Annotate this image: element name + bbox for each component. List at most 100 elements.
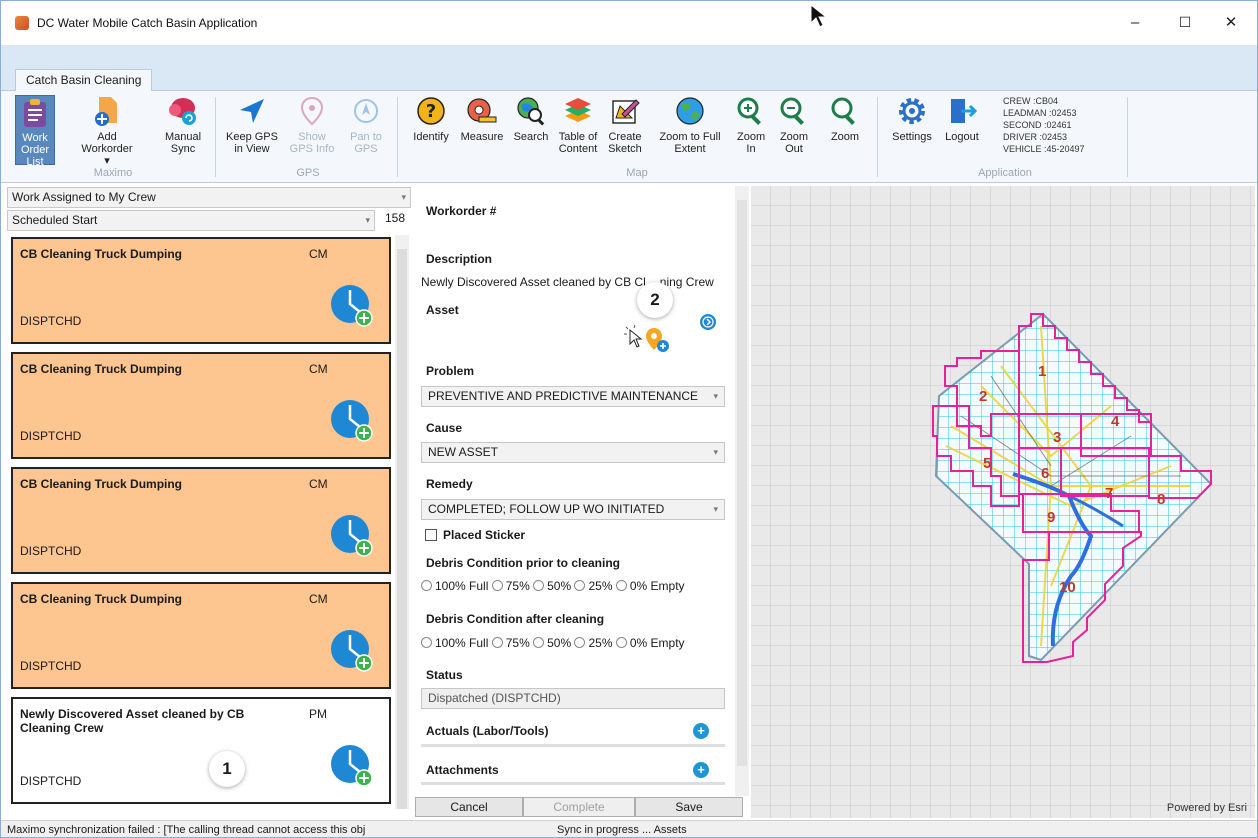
chevron-down-icon: ▾ xyxy=(713,391,718,401)
add-workorder-label: Add Workorder ▾ xyxy=(81,131,133,167)
gear-icon xyxy=(896,95,928,127)
zoom-out-button[interactable]: Zoom Out xyxy=(777,95,811,155)
close-button[interactable]: ✕ xyxy=(1219,11,1243,33)
workorder-card[interactable]: CB Cleaning Truck Dumping CM DISPTCHD xyxy=(11,351,392,460)
radio-circle[interactable] xyxy=(533,580,545,591)
radio-circle[interactable] xyxy=(615,580,627,591)
add-actuals-button[interactable]: + xyxy=(693,723,709,739)
leadman-id: LEADMAN :02453 xyxy=(1003,108,1077,118)
cancel-button[interactable]: Cancel xyxy=(415,797,523,817)
pan-to-gps-label: Pan to GPS xyxy=(350,131,382,155)
save-button[interactable]: Save xyxy=(635,797,743,817)
radio-25[interactable]: 25% xyxy=(574,636,613,650)
radio-circle[interactable] xyxy=(491,580,503,591)
table-of-content-label: Table of Content xyxy=(558,131,598,155)
search-button[interactable]: Search xyxy=(509,95,553,143)
workorder-status: DISPTCHD xyxy=(20,544,82,558)
workorder-card[interactable]: CB Cleaning Truck Dumping CM DISPTCHD xyxy=(11,581,392,690)
add-asset-pin-icon[interactable] xyxy=(624,324,674,354)
manual-sync-button[interactable]: Manual Sync xyxy=(161,95,205,155)
app-icon xyxy=(15,16,29,30)
minimize-button[interactable]: – xyxy=(1123,11,1147,33)
show-gps-info-button[interactable]: Show GPS Info xyxy=(289,95,335,155)
globe-search-icon xyxy=(515,95,547,127)
problem-dropdown[interactable]: PREVENTIVE AND PREDICTIVE MAINTENANCE ▾ xyxy=(421,386,725,407)
settings-button[interactable]: Settings xyxy=(887,95,937,143)
scrollbar-thumb[interactable] xyxy=(737,200,747,766)
radio-circle[interactable] xyxy=(574,637,586,648)
cause-dropdown[interactable]: NEW ASSET ▾ xyxy=(421,442,725,463)
map-view[interactable]: 1 2 3 4 5 6 7 8 9 10 Powered by Esri xyxy=(751,186,1255,818)
radio-circle[interactable] xyxy=(491,637,503,648)
status-dropdown[interactable]: Dispatched (DISPTCHD) xyxy=(421,688,725,709)
workorder-title: CB Cleaning Truck Dumping xyxy=(20,362,183,376)
divider xyxy=(421,744,725,747)
work-order-list-button[interactable]: Work Order List xyxy=(15,95,55,168)
zone-label: 4 xyxy=(1111,413,1120,430)
workorder-card[interactable]: CB Cleaning Truck Dumping CM DISPTCHD xyxy=(11,466,392,575)
workorder-list-scrollbar[interactable] xyxy=(395,235,409,809)
remedy-dropdown[interactable]: COMPLETED; FOLLOW UP WO INITIATED ▾ xyxy=(421,499,725,520)
tab-catch-basin-cleaning[interactable]: Catch Basin Cleaning xyxy=(15,69,153,92)
add-attachment-button[interactable]: + xyxy=(693,762,709,778)
group-separator xyxy=(877,97,878,177)
create-sketch-button[interactable]: Create Sketch xyxy=(605,95,645,155)
radio-50[interactable]: 50% xyxy=(533,579,571,593)
radio-100-full[interactable]: 100% Full xyxy=(421,636,488,650)
radio-circle[interactable] xyxy=(421,637,432,648)
actuals-label: Actuals (Labor/Tools) xyxy=(426,724,549,738)
radio-25[interactable]: 25% xyxy=(574,579,613,593)
table-of-content-button[interactable]: Table of Content xyxy=(555,95,601,155)
keep-gps-button[interactable]: Keep GPS in View xyxy=(223,95,281,155)
zoom-full-extent-label: Zoom to Full Extent xyxy=(659,131,721,155)
workorder-status: DISPTCHD xyxy=(20,314,82,328)
zoom-label: Zoom xyxy=(830,131,860,143)
add-workorder-button[interactable]: Add Workorder ▾ xyxy=(81,95,133,167)
sort-value: Scheduled Start xyxy=(12,213,98,227)
zoom-full-extent-button[interactable]: Zoom to Full Extent xyxy=(653,95,727,155)
zoom-in-icon xyxy=(735,95,767,127)
radio-circle[interactable] xyxy=(533,637,545,648)
workorder-card[interactable]: Newly Discovered Asset cleaned by CB Cle… xyxy=(11,696,392,805)
description-label: Description xyxy=(426,252,493,266)
radio-0-empty[interactable]: 0% Empty xyxy=(615,636,685,650)
zone-label: 9 xyxy=(1047,509,1055,526)
placed-sticker-checkbox[interactable] xyxy=(425,529,437,541)
radio-label: 25% xyxy=(588,636,613,650)
sort-dropdown[interactable]: Scheduled Start ▾ xyxy=(7,210,375,231)
workorder-count: 158 xyxy=(385,211,406,225)
pan-to-gps-button[interactable]: Pan to GPS xyxy=(343,95,389,155)
logout-button[interactable]: Logout xyxy=(939,95,985,143)
zoom-button[interactable]: Zoom xyxy=(827,95,863,143)
workorder-title: CB Cleaning Truck Dumping xyxy=(20,592,183,606)
radio-circle[interactable] xyxy=(615,637,627,648)
chevron-down-icon: ▾ xyxy=(365,215,370,225)
scrollbar-thumb[interactable] xyxy=(397,249,407,809)
radio-75[interactable]: 75% xyxy=(491,636,530,650)
radio-0-empty[interactable]: 0% Empty xyxy=(615,579,685,593)
form-scrollbar[interactable] xyxy=(735,186,749,796)
crew-id: CREW :CB04 xyxy=(1003,96,1059,106)
ribbon: Work Order List Add Workorder ▾ Manual S… xyxy=(1,91,1257,183)
asset-navigate-icon[interactable] xyxy=(699,313,717,331)
radio-100-full[interactable]: 100% Full xyxy=(421,579,488,593)
driver-id: DRIVER :02453 xyxy=(1003,132,1068,142)
zoom-in-button[interactable]: Zoom In xyxy=(735,95,767,155)
radio-50[interactable]: 50% xyxy=(533,636,571,650)
keep-gps-label: Keep GPS in View xyxy=(226,131,278,155)
debris-prior-label: Debris Condition prior to cleaning xyxy=(426,556,621,570)
window-title: DC Water Mobile Catch Basin Application xyxy=(37,16,258,30)
maximize-button[interactable]: ☐ xyxy=(1173,11,1197,33)
radio-circle[interactable] xyxy=(574,580,586,591)
measure-button[interactable]: Measure xyxy=(457,95,507,143)
complete-button[interactable]: Complete xyxy=(523,797,635,817)
measure-label: Measure xyxy=(460,131,504,143)
crew-filter-dropdown[interactable]: Work Assigned to My Crew ▾ xyxy=(7,187,411,208)
workorder-status: DISPTCHD xyxy=(20,659,82,673)
group-separator xyxy=(1127,97,1128,177)
workorder-card[interactable]: CB Cleaning Truck Dumping CM DISPTCHD xyxy=(11,236,392,345)
radio-75[interactable]: 75% xyxy=(491,579,530,593)
workorder-form: Workorder # Description Newly Discovered… xyxy=(415,186,735,796)
radio-circle[interactable] xyxy=(421,580,432,591)
identify-button[interactable]: ? Identify xyxy=(407,95,455,143)
